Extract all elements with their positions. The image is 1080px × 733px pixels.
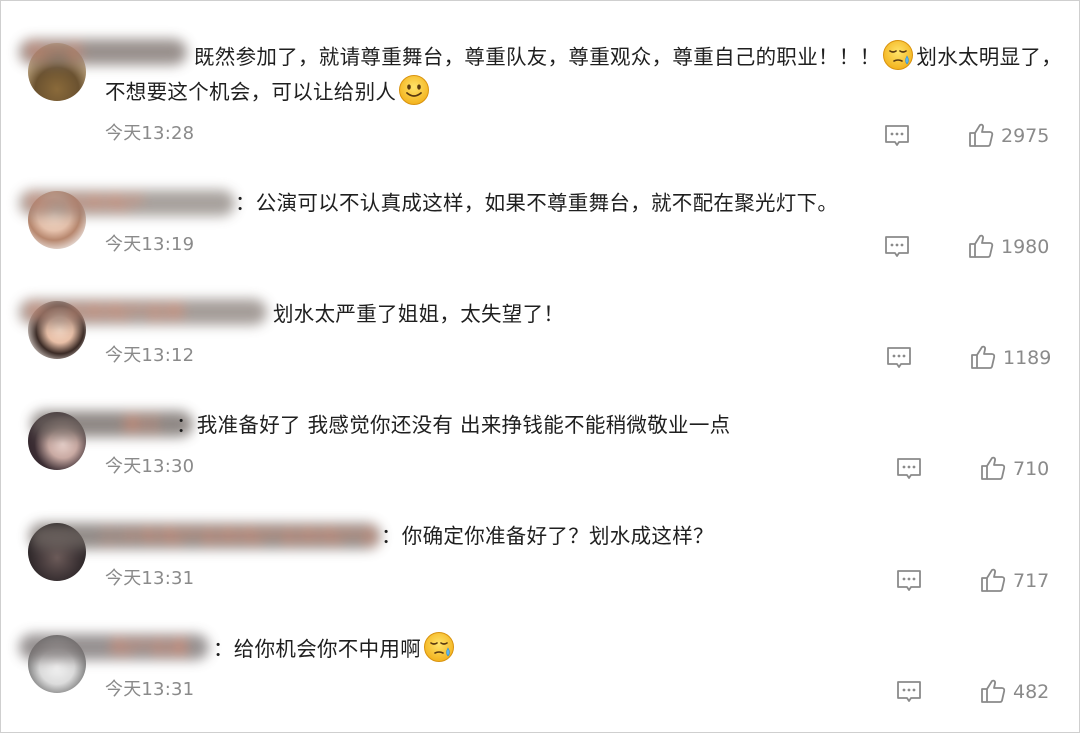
comment-reply-icon[interactable] bbox=[884, 235, 910, 259]
thumbs-up-icon[interactable] bbox=[980, 567, 1006, 593]
comment-reply-icon[interactable] bbox=[884, 124, 910, 148]
username[interactable]: 用户名称用户名称 bbox=[19, 299, 267, 325]
thumbs-up-icon[interactable] bbox=[968, 233, 994, 259]
thumbs-up-icon[interactable] bbox=[970, 344, 996, 370]
comment-time: 今天13:19 bbox=[105, 234, 195, 255]
username[interactable]: 二十年用户名称用户名称用户名 bbox=[29, 523, 381, 549]
like-count: 710 bbox=[1013, 458, 1050, 480]
like-count: 717 bbox=[1013, 570, 1050, 592]
comment-time: 今天13:12 bbox=[105, 345, 195, 366]
username[interactable]: 用户名称用户 bbox=[19, 190, 235, 216]
sweat-emoji-icon bbox=[423, 631, 455, 663]
comment-text: ：我准备好了 我感觉你还没有 出来挣钱能不能稍微敬业一点 bbox=[176, 413, 731, 437]
comment-reply-icon[interactable] bbox=[896, 569, 922, 593]
comment-reply-icon[interactable] bbox=[886, 346, 912, 370]
comment-text: 划水太严重了姐姐，太失望了！ bbox=[273, 302, 565, 326]
like-count: 1189 bbox=[1003, 347, 1052, 369]
comment-reply-icon[interactable] bbox=[896, 680, 922, 704]
comment-item: 用户名酱 ：给你机会你不中用啊 今天13:31 482 bbox=[1, 1, 1080, 703]
like-count: 1980 bbox=[1001, 236, 1050, 258]
comment-list: 用户名 既然参加了，就请尊重舞台，尊重队友，尊重观众，尊重自己的职业！！！ 划水太… bbox=[0, 0, 1080, 733]
comment-time: 今天13:28 bbox=[105, 123, 195, 144]
comment-text: ：公演可以不认真成这样，如果不尊重舞台，就不配在聚光灯下。 bbox=[235, 191, 839, 215]
username[interactable]: 用户名酱 bbox=[19, 634, 209, 660]
username[interactable]: 演江 bbox=[31, 411, 193, 437]
thumbs-up-icon[interactable] bbox=[968, 122, 994, 148]
comment-text: ：你确定你准备好了？划水成这样？ bbox=[381, 524, 714, 548]
thumbs-up-icon[interactable] bbox=[980, 678, 1006, 704]
comment-time: 今天13:30 bbox=[105, 456, 195, 477]
comment-reply-icon[interactable] bbox=[896, 457, 922, 481]
comment-time: 今天13:31 bbox=[105, 679, 195, 700]
comment-time: 今天13:31 bbox=[105, 568, 195, 589]
like-count: 482 bbox=[1013, 681, 1050, 703]
thumbs-up-icon[interactable] bbox=[980, 455, 1006, 481]
like-count: 2975 bbox=[1001, 125, 1050, 147]
comment-text: ：给你机会你不中用啊 bbox=[213, 631, 457, 667]
